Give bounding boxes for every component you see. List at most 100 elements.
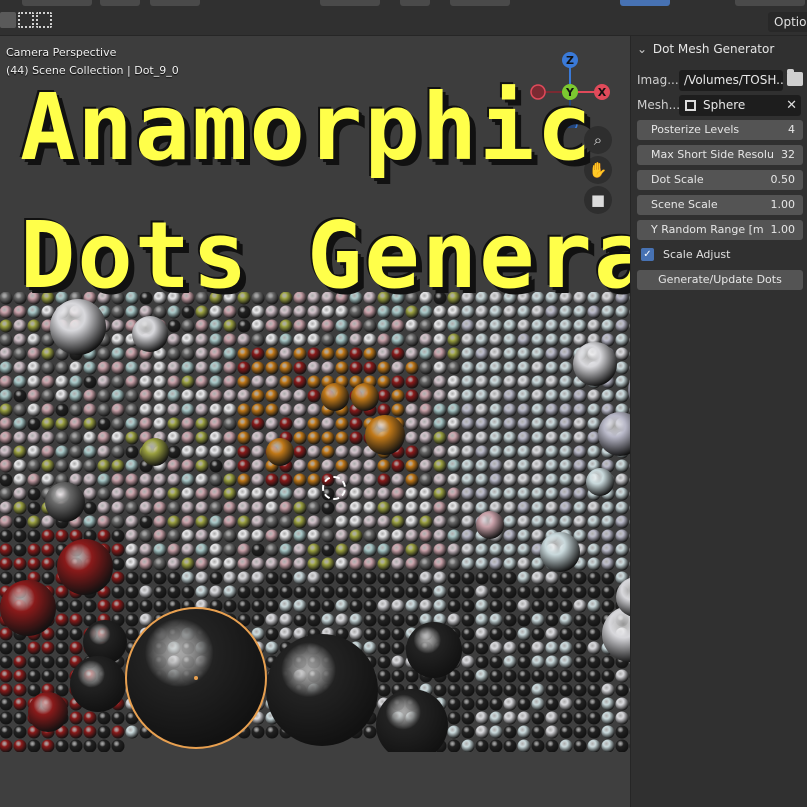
- scene-scale-field[interactable]: Scene Scale 1.00: [637, 195, 803, 215]
- dot-sphere: [503, 627, 517, 641]
- dot-sphere: [237, 375, 251, 389]
- dot-sphere: [223, 599, 237, 613]
- dot-sphere: [447, 417, 461, 431]
- dot-sphere: [83, 375, 97, 389]
- dot-sphere: [503, 585, 517, 599]
- mesh-field[interactable]: Sphere ✕: [679, 95, 801, 116]
- dot-sphere: [279, 515, 293, 529]
- dot-sphere: [475, 347, 489, 361]
- dot-sphere: [125, 417, 139, 431]
- dot-sphere: [237, 571, 251, 585]
- dot-sphere: [559, 501, 573, 515]
- image-label: Imag...: [637, 73, 679, 87]
- dot-sphere: [503, 641, 517, 655]
- dot-sphere: [559, 655, 573, 669]
- close-icon[interactable]: ✕: [786, 95, 797, 116]
- folder-icon[interactable]: [787, 69, 803, 86]
- dot-sphere: [0, 501, 13, 515]
- dot-sphere: [279, 557, 293, 571]
- dot-sphere: [293, 501, 307, 515]
- dot-sphere: [433, 403, 447, 417]
- dot-sphere: [447, 571, 461, 585]
- dot-sphere: [125, 389, 139, 403]
- dot-sphere: [475, 389, 489, 403]
- y-random-range-field[interactable]: Y Random Range [m 1.00: [637, 220, 803, 240]
- dot-sphere: [265, 319, 279, 333]
- dot-sphere: [195, 389, 209, 403]
- dot-sphere: [531, 725, 545, 739]
- dot-sphere: [55, 445, 69, 459]
- generate-update-dots-button[interactable]: Generate/Update Dots: [637, 270, 803, 290]
- dot-sphere: [377, 515, 391, 529]
- dot-sphere: [503, 445, 517, 459]
- dot-sphere: [97, 739, 111, 752]
- dot-scale-field[interactable]: Dot Scale 0.50: [637, 170, 803, 190]
- dot-sphere: [251, 431, 265, 445]
- dot-sphere: [97, 473, 111, 487]
- dot-sphere: [377, 347, 391, 361]
- max-short-side-field[interactable]: Max Short Side Resolu 32: [637, 145, 803, 165]
- dot-sphere: [97, 459, 111, 473]
- dot-sphere: [559, 389, 573, 403]
- dot-sphere: [265, 473, 279, 487]
- dot-sphere: [531, 417, 545, 431]
- select-box-icon[interactable]: [0, 12, 16, 28]
- dot-sphere: [405, 543, 419, 557]
- dot-sphere: [209, 473, 223, 487]
- select-mode-icons[interactable]: [0, 12, 54, 32]
- shading-buttons[interactable]: [735, 0, 805, 6]
- dot-sphere: [307, 529, 321, 543]
- dot-sphere: [587, 711, 601, 725]
- dot-sphere: [377, 403, 391, 417]
- image-path-field[interactable]: /Volumes/TOSH...: [679, 70, 783, 91]
- dot-sphere: [461, 473, 475, 487]
- dot-sphere: [209, 459, 223, 473]
- scale-adjust-checkbox[interactable]: ✓: [641, 248, 654, 261]
- header-menu-button[interactable]: [400, 0, 430, 6]
- dot-sphere: [433, 375, 447, 389]
- header-toggle-button[interactable]: [620, 0, 670, 6]
- select-subtract-icon[interactable]: [36, 12, 52, 28]
- select-extend-icon[interactable]: [18, 12, 34, 28]
- dot-sphere: [587, 627, 601, 641]
- dot-sphere: [237, 403, 251, 417]
- dot-sphere: [573, 627, 587, 641]
- header-menu-button[interactable]: [320, 0, 380, 6]
- posterize-levels-field[interactable]: Posterize Levels 4: [637, 120, 803, 140]
- header-menu-button[interactable]: [450, 0, 510, 6]
- dot-sphere: [545, 333, 559, 347]
- dot-sphere: [517, 403, 531, 417]
- panel-title: Dot Mesh Generator: [652, 42, 775, 56]
- dot-sphere: [559, 319, 573, 333]
- dot-sphere: [349, 529, 363, 543]
- dot-sphere: [615, 347, 629, 361]
- dot-sphere-large: [28, 692, 68, 732]
- dot-sphere: [559, 585, 573, 599]
- dot-sphere: [307, 445, 321, 459]
- panel-header[interactable]: ⌄ Dot Mesh Generator: [631, 36, 807, 62]
- dot-sphere: [153, 361, 167, 375]
- header-menu-button[interactable]: [150, 0, 200, 6]
- options-button[interactable]: Options: [768, 12, 807, 32]
- dot-sphere: [391, 389, 405, 403]
- dot-sphere: [27, 515, 41, 529]
- dot-sphere: [0, 459, 13, 473]
- dot-sphere: [167, 459, 181, 473]
- dot-sphere: [223, 529, 237, 543]
- dot-sphere: [307, 515, 321, 529]
- dot-sphere: [419, 473, 433, 487]
- header-menu-button[interactable]: [100, 0, 140, 6]
- scale-adjust-checkbox-row[interactable]: ✓ Scale Adjust: [641, 245, 801, 265]
- dot-sphere: [349, 319, 363, 333]
- dot-sphere: [0, 487, 13, 501]
- header-menu-button[interactable]: [22, 0, 92, 6]
- dot-sphere: [293, 613, 307, 627]
- dot-sphere: [27, 655, 41, 669]
- chevron-down-icon: ⌄: [637, 42, 648, 56]
- dot-sphere: [475, 571, 489, 585]
- dot-sphere: [83, 473, 97, 487]
- dot-sphere: [587, 725, 601, 739]
- dot-sphere: [475, 319, 489, 333]
- dot-sphere: [601, 543, 615, 557]
- 3d-cursor-icon[interactable]: [322, 476, 346, 500]
